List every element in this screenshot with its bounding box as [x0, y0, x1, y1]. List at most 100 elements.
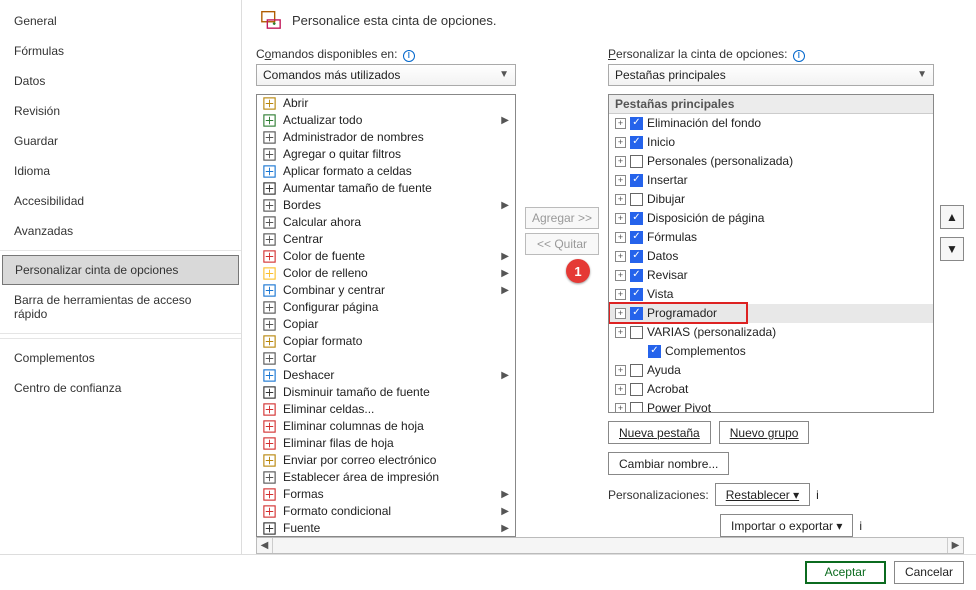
checkbox[interactable] — [630, 269, 643, 282]
move-up-button[interactable]: ▲ — [940, 205, 964, 229]
sidebar-item[interactable]: Datos — [0, 66, 241, 96]
ribbon-scope-select[interactable]: Pestañas principales▼ — [608, 64, 934, 86]
command-item[interactable]: Abrir — [257, 95, 515, 112]
checkbox[interactable] — [630, 326, 643, 339]
expand-icon[interactable]: + — [615, 365, 626, 376]
expand-icon[interactable]: + — [615, 232, 626, 243]
expand-icon[interactable]: + — [615, 403, 626, 414]
checkbox[interactable] — [630, 174, 643, 187]
expand-icon[interactable]: + — [615, 213, 626, 224]
command-item[interactable]: Eliminar filas de hoja — [257, 435, 515, 452]
checkbox[interactable] — [648, 345, 661, 358]
expand-icon[interactable]: + — [615, 270, 626, 281]
tree-item[interactable]: +Fórmulas — [609, 228, 933, 247]
checkbox[interactable] — [630, 364, 643, 377]
info-icon[interactable]: i — [793, 50, 805, 62]
expand-icon[interactable]: + — [615, 118, 626, 129]
expand-icon[interactable]: + — [615, 156, 626, 167]
tree-item[interactable]: +Vista — [609, 285, 933, 304]
import-export-button[interactable]: Importar o exportar ▾ — [720, 514, 853, 537]
sidebar-item[interactable]: Idioma — [0, 156, 241, 186]
tree-item[interactable]: Complementos — [609, 342, 933, 361]
expand-icon[interactable]: + — [615, 175, 626, 186]
sidebar-item[interactable]: Revisión — [0, 96, 241, 126]
info-icon[interactable]: i — [403, 50, 415, 62]
command-item[interactable]: Eliminar columnas de hoja — [257, 418, 515, 435]
expand-icon[interactable]: + — [615, 327, 626, 338]
tree-item[interactable]: +Disposición de página — [609, 209, 933, 228]
sidebar-item[interactable]: Fórmulas — [0, 36, 241, 66]
expand-icon[interactable]: + — [615, 137, 626, 148]
tree-item[interactable]: +Inicio — [609, 133, 933, 152]
sidebar-item[interactable]: Barra de herramientas de acceso rápido — [0, 285, 241, 329]
checkbox[interactable] — [630, 250, 643, 263]
tree-item[interactable]: +Insertar — [609, 171, 933, 190]
expand-icon[interactable]: + — [615, 384, 626, 395]
sidebar-item[interactable]: Guardar — [0, 126, 241, 156]
rename-button[interactable]: Cambiar nombre... — [608, 452, 729, 475]
tree-item[interactable]: +Power Pivot — [609, 399, 933, 414]
command-item[interactable]: Copiar formato — [257, 333, 515, 350]
command-item[interactable]: Deshacer▶ — [257, 367, 515, 384]
checkbox[interactable] — [630, 231, 643, 244]
tree-item[interactable]: +Acrobat — [609, 380, 933, 399]
checkbox[interactable] — [630, 383, 643, 396]
command-item[interactable]: Copiar — [257, 316, 515, 333]
command-item[interactable]: Actualizar todo▶ — [257, 112, 515, 129]
checkbox[interactable] — [630, 155, 643, 168]
command-item[interactable]: Aumentar tamaño de fuente — [257, 180, 515, 197]
sidebar-item[interactable]: Centro de confianza — [0, 373, 241, 403]
expand-icon[interactable]: + — [615, 308, 626, 319]
checkbox[interactable] — [630, 212, 643, 225]
command-item[interactable]: Formato condicional▶ — [257, 503, 515, 520]
command-item[interactable]: Fuente▶ — [257, 520, 515, 537]
command-item[interactable]: Configurar página — [257, 299, 515, 316]
sidebar-item[interactable]: Personalizar cinta de opciones — [2, 255, 239, 285]
horizontal-scrollbar[interactable]: ◀▶ — [256, 537, 964, 554]
move-down-button[interactable]: ▼ — [940, 237, 964, 261]
add-button[interactable]: Agregar >> — [525, 207, 599, 229]
command-item[interactable]: Enviar por correo electrónico — [257, 452, 515, 469]
ok-button[interactable]: Aceptar — [805, 561, 886, 584]
checkbox[interactable] — [630, 193, 643, 206]
sidebar-item[interactable]: General — [0, 6, 241, 36]
sidebar-item[interactable]: Avanzadas — [0, 216, 241, 246]
new-group-button[interactable]: Nuevo grupo — [719, 421, 810, 444]
command-item[interactable]: Calcular ahora — [257, 214, 515, 231]
checkbox[interactable] — [630, 136, 643, 149]
tree-item[interactable]: +Revisar — [609, 266, 933, 285]
expand-icon[interactable]: + — [615, 194, 626, 205]
command-list[interactable]: AbrirActualizar todo▶Administrador de no… — [256, 94, 516, 538]
tree-item[interactable]: +Programador — [609, 304, 933, 323]
ribbon-tree[interactable]: Pestañas principales +Eliminación del fo… — [608, 94, 934, 414]
tree-item[interactable]: +Datos — [609, 247, 933, 266]
command-item[interactable]: Color de relleno▶ — [257, 265, 515, 282]
tree-item[interactable]: +VARIAS (personalizada) — [609, 323, 933, 342]
command-item[interactable]: Eliminar celdas... — [257, 401, 515, 418]
tree-item[interactable]: +Personales (personalizada) — [609, 152, 933, 171]
command-item[interactable]: Color de fuente▶ — [257, 248, 515, 265]
reset-button[interactable]: Restablecer ▾ — [715, 483, 810, 506]
command-item[interactable]: Bordes▶ — [257, 197, 515, 214]
sidebar-item[interactable]: Complementos — [0, 343, 241, 373]
cancel-button[interactable]: Cancelar — [894, 561, 964, 584]
command-item[interactable]: Disminuir tamaño de fuente — [257, 384, 515, 401]
command-item[interactable]: Combinar y centrar▶ — [257, 282, 515, 299]
checkbox[interactable] — [630, 307, 643, 320]
info-icon[interactable]: i — [816, 488, 819, 502]
command-item[interactable]: Establecer área de impresión — [257, 469, 515, 486]
new-tab-button[interactable]: Nueva pestaña — [608, 421, 711, 444]
command-item[interactable]: Aplicar formato a celdas — [257, 163, 515, 180]
commands-from-select[interactable]: Comandos más utilizados▼ — [256, 64, 516, 86]
command-item[interactable]: Agregar o quitar filtros — [257, 146, 515, 163]
command-item[interactable]: Cortar — [257, 350, 515, 367]
sidebar-item[interactable]: Accesibilidad — [0, 186, 241, 216]
expand-icon[interactable]: + — [615, 251, 626, 262]
tree-item[interactable]: +Dibujar — [609, 190, 933, 209]
checkbox[interactable] — [630, 117, 643, 130]
remove-button[interactable]: << Quitar — [525, 233, 599, 255]
expand-icon[interactable]: + — [615, 289, 626, 300]
tree-item[interactable]: +Eliminación del fondo — [609, 114, 933, 133]
checkbox[interactable] — [630, 402, 643, 414]
info-icon[interactable]: i — [859, 519, 862, 533]
